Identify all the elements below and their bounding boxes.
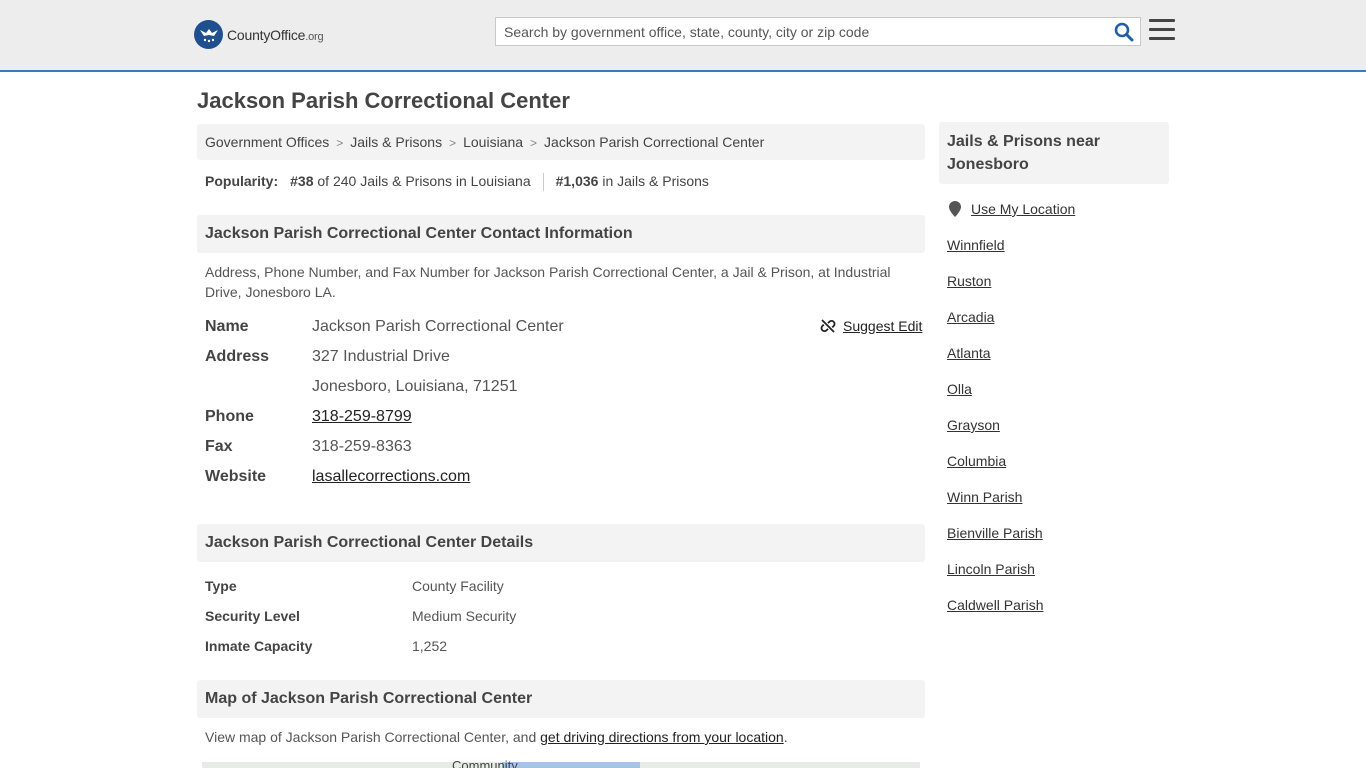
detail-value: County Facility — [412, 578, 504, 594]
nearby-link[interactable]: Grayson — [947, 417, 1000, 433]
chevron-right-icon: > — [336, 136, 344, 150]
nearby-link[interactable]: Columbia — [947, 453, 1006, 469]
nearby-link[interactable]: Bienville Parish — [947, 525, 1043, 541]
list-item: Olla — [947, 381, 1043, 417]
breadcrumb-louisiana[interactable]: Louisiana — [463, 134, 523, 150]
driving-directions-link[interactable]: get driving directions from your locatio… — [540, 729, 784, 745]
nearby-link[interactable]: Olla — [947, 381, 972, 397]
state-rank-text: of 240 Jails & Prisons in Louisiana — [317, 173, 531, 189]
list-item: Winn Parish — [947, 489, 1043, 525]
map-view[interactable] — [202, 762, 920, 768]
name-label: Name — [205, 318, 249, 335]
nearby-link[interactable]: Winn Parish — [947, 489, 1022, 505]
search-input[interactable] — [496, 18, 1096, 45]
map-water — [502, 762, 640, 768]
list-item: Grayson — [947, 417, 1043, 453]
state-rank: #38 — [290, 173, 314, 189]
site-logo[interactable]: CountyOffice.org — [194, 20, 324, 49]
location-pin-icon — [949, 201, 961, 217]
contact-heading: Jackson Parish Correctional Center Conta… — [197, 215, 925, 253]
website-link[interactable]: lasallecorrections.com — [312, 468, 470, 485]
use-location[interactable]: Use My Location — [949, 201, 1075, 217]
popularity-label: Popularity: — [205, 173, 279, 189]
page-title: Jackson Parish Correctional Center — [197, 88, 570, 113]
search-box — [495, 17, 1141, 46]
nearby-link[interactable]: Lincoln Parish — [947, 561, 1035, 577]
name-value: Jackson Parish Correctional Center — [312, 318, 564, 335]
logo-text: CountyOffice.org — [227, 26, 324, 43]
detail-value: Medium Security — [412, 608, 517, 624]
detail-label: Type — [205, 578, 237, 594]
logo-text-main: CountyOffice — [227, 26, 306, 43]
detail-value: 1,252 — [412, 638, 448, 654]
use-location-link[interactable]: Use My Location — [971, 201, 1075, 217]
chevron-right-icon: > — [449, 136, 457, 150]
list-item: Atlanta — [947, 345, 1043, 381]
national-rank: #1,036 — [555, 173, 599, 189]
list-item: Bienville Parish — [947, 525, 1043, 561]
contact-description: Address, Phone Number, and Fax Number fo… — [205, 264, 891, 300]
map-description: View map of Jackson Parish Correctional … — [205, 727, 905, 747]
map-desc-suffix: . — [783, 729, 788, 745]
website-label: Website — [205, 468, 267, 485]
detail-label: Inmate Capacity — [205, 638, 313, 654]
national-rank-text: in Jails & Prisons — [602, 173, 709, 189]
site-header: CountyOffice.org — [0, 0, 1366, 72]
detail-label: Security Level — [205, 608, 300, 624]
list-item: Ruston — [947, 273, 1043, 309]
suggest-edit-link[interactable]: Suggest Edit — [843, 318, 922, 334]
broken-link-icon — [820, 319, 836, 333]
chevron-right-icon: > — [530, 136, 538, 150]
list-item: Lincoln Parish — [947, 561, 1043, 597]
map-place-label: Community — [452, 758, 518, 768]
address-label: Address — [205, 348, 270, 365]
sidebar-heading: Jails & Prisons near Jonesboro — [939, 122, 1169, 184]
nearby-link[interactable]: Ruston — [947, 273, 991, 289]
fax-label: Fax — [205, 438, 233, 455]
address-line1: 327 Industrial Drive — [312, 348, 450, 365]
hamburger-menu-icon[interactable] — [1149, 19, 1175, 41]
nearby-link[interactable]: Arcadia — [947, 309, 994, 325]
list-item: Columbia — [947, 453, 1043, 489]
breadcrumb: Government Offices > Jails & Prisons > Louis… — [197, 124, 925, 160]
fax-value: 318-259-8363 — [312, 438, 412, 455]
nearby-link[interactable]: Atlanta — [947, 345, 991, 361]
phone-link[interactable]: 318-259-8799 — [312, 408, 412, 425]
list-item: Arcadia — [947, 309, 1043, 345]
breadcrumb-current: Jackson Parish Correctional Center — [544, 134, 765, 150]
map-heading: Map of Jackson Parish Correctional Cente… — [197, 680, 925, 718]
nearby-list: Winnfield Ruston Arcadia Atlanta Olla Gr… — [947, 237, 1043, 633]
nearby-link[interactable]: Winnfield — [947, 237, 1005, 253]
popularity: Popularity: #38 of 240 Jails & Prisons in… — [205, 173, 709, 192]
nearby-link[interactable]: Caldwell Parish — [947, 597, 1043, 613]
breadcrumb-government-offices[interactable]: Government Offices — [205, 134, 329, 150]
logo-text-org: .org — [305, 30, 324, 43]
suggest-edit[interactable]: Suggest Edit — [820, 318, 922, 334]
phone-label: Phone — [205, 408, 254, 425]
details-heading: Jackson Parish Correctional Center Detai… — [197, 524, 925, 562]
divider — [542, 173, 544, 192]
eagle-logo-icon — [194, 20, 223, 49]
search-icon[interactable] — [1114, 22, 1134, 42]
address-line2: Jonesboro, Louisiana, 71251 — [312, 378, 518, 395]
list-item: Winnfield — [947, 237, 1043, 273]
breadcrumb-jails-prisons[interactable]: Jails & Prisons — [350, 134, 442, 150]
list-item: Caldwell Parish — [947, 597, 1043, 633]
map-desc-prefix: View map of Jackson Parish Correctional … — [205, 729, 541, 745]
